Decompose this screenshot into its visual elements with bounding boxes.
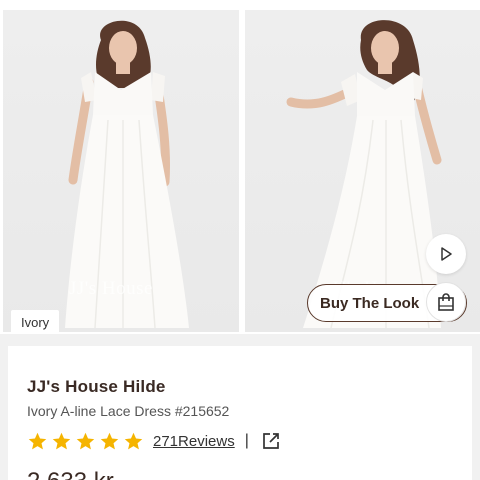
rating-row: 271Reviews | bbox=[27, 429, 281, 453]
star-icon bbox=[124, 432, 143, 449]
reviews-link[interactable]: 271Reviews bbox=[153, 433, 235, 450]
product-image-gallery: JJ's House Ivory JJ's House bbox=[0, 0, 480, 334]
shopping-bag-button[interactable] bbox=[426, 282, 466, 322]
play-icon bbox=[441, 247, 452, 261]
buy-the-look-label: Buy The Look bbox=[320, 294, 420, 312]
star-rating bbox=[27, 431, 144, 452]
product-info-card: JJ's House Hilde Ivory A-line Lace Dress… bbox=[8, 346, 472, 480]
product-subtitle: Ivory A-line Lace Dress #215652 bbox=[27, 403, 230, 419]
star-icon bbox=[100, 432, 119, 449]
color-chip: Ivory bbox=[11, 310, 60, 332]
external-share-icon[interactable] bbox=[261, 431, 281, 451]
product-price: 2,633 kr bbox=[27, 468, 114, 480]
product-title: JJ's House Hilde bbox=[27, 377, 166, 396]
watermark-text: JJ's House bbox=[69, 278, 153, 299]
star-icon bbox=[28, 432, 47, 449]
play-video-button[interactable] bbox=[426, 234, 466, 274]
separator: | bbox=[244, 432, 249, 449]
product-photo-front[interactable]: JJ's House Ivory bbox=[3, 10, 239, 332]
star-icon bbox=[76, 432, 95, 449]
star-icon bbox=[52, 432, 71, 449]
shopping-bag-icon bbox=[438, 293, 454, 311]
